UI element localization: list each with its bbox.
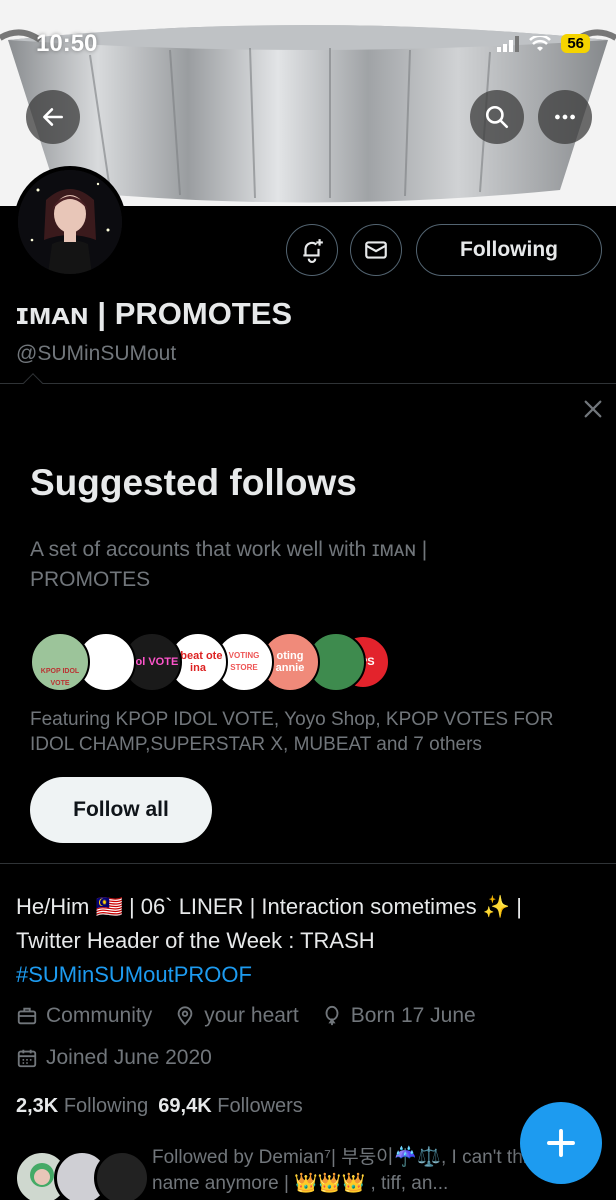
- following-label: Following: [63, 1095, 149, 1117]
- featuring-text: Featuring KPOP IDOL VOTE, Yoyo Shop, KPO…: [30, 709, 554, 755]
- calendar-icon: [17, 1049, 37, 1068]
- followed-by-avatars[interactable]: [14, 1150, 154, 1200]
- meta-category: Community: [16, 1004, 152, 1028]
- follower-avatar: [94, 1150, 150, 1200]
- follow-stats: 2,3K Following 69,4K Followers: [16, 1095, 303, 1118]
- meta-joined: Joined June 2020: [16, 1046, 212, 1070]
- followers-count: 69,4K: [158, 1095, 212, 1117]
- followers-label: Followers: [217, 1095, 303, 1117]
- meta-joined-label: Joined June 2020: [46, 1046, 212, 1069]
- profile-meta-joined: Joined June 2020: [16, 1046, 226, 1070]
- following-button[interactable]: Following: [416, 224, 602, 276]
- search-button[interactable]: [470, 90, 524, 144]
- handle: @SUMinSUMout: [16, 342, 177, 365]
- envelope-icon: [365, 241, 387, 259]
- suggested-title: Suggested follows: [30, 462, 357, 503]
- suggested-avatar[interactable]: KPOP IDOL VOTE: [30, 632, 90, 692]
- meta-location-label: your heart: [204, 1004, 299, 1027]
- notify-button[interactable]: [286, 224, 338, 276]
- suggested-subtitle: A set of accounts that work well with ɪᴍ…: [30, 538, 428, 591]
- status-icons: 56: [497, 34, 590, 53]
- meta-birthday: Born 17 June: [321, 1004, 476, 1028]
- divider: [0, 383, 616, 384]
- close-suggestions-button[interactable]: [578, 394, 608, 424]
- bio-line: Twitter Header of the Week : TRASH: [16, 928, 375, 953]
- bell-plus-icon: [303, 239, 323, 263]
- close-icon: [584, 400, 602, 418]
- signal-icon: [497, 35, 520, 52]
- suggested-avatars[interactable]: KPOP IDOL VOTE Idol VOTE ubeat ote ina V…: [30, 632, 390, 694]
- following-stat[interactable]: 2,3K Following: [16, 1095, 148, 1118]
- status-time: 10:50: [36, 30, 98, 57]
- following-count: 2,3K: [16, 1095, 59, 1117]
- search-icon: [485, 105, 509, 129]
- status-bar: 10:50 56: [0, 0, 616, 70]
- display-name: ɪᴍᴀɴ | PROMOTES: [16, 296, 293, 331]
- arrow-left-icon: [43, 108, 63, 126]
- followers-stat[interactable]: 69,4K Followers: [158, 1095, 303, 1118]
- message-button[interactable]: [350, 224, 402, 276]
- bio-hashtag[interactable]: #SUMinSUMoutPROOF: [16, 958, 606, 992]
- meta-location: your heart: [174, 1004, 299, 1028]
- bio: He/Him 🇲🇾 | 06` LINER | Interaction some…: [16, 890, 606, 992]
- briefcase-icon: [17, 1007, 37, 1025]
- location-pin-icon: [177, 1006, 193, 1026]
- compose-button[interactable]: [520, 1102, 602, 1184]
- follow-all-button[interactable]: Follow all: [30, 777, 212, 843]
- balloon-icon: [325, 1005, 339, 1026]
- plus-icon: [547, 1129, 575, 1157]
- divider: [0, 863, 616, 864]
- more-horizontal-icon: [555, 114, 575, 120]
- suggestion-caret: [23, 373, 43, 393]
- more-button[interactable]: [538, 90, 592, 144]
- profile-meta: Community your heart Born 17 June: [16, 1004, 490, 1028]
- battery-icon: 56: [561, 34, 590, 53]
- suggested-avatar-label: KPOP IDOL VOTE: [40, 668, 80, 687]
- avatar-image: [18, 170, 122, 274]
- wifi-icon: [529, 35, 552, 51]
- meta-birthday-label: Born 17 June: [350, 1004, 476, 1027]
- back-button[interactable]: [26, 90, 80, 144]
- avatar[interactable]: [14, 166, 126, 278]
- bio-line: He/Him 🇲🇾 | 06` LINER | Interaction some…: [16, 894, 522, 919]
- meta-category-label: Community: [46, 1004, 153, 1027]
